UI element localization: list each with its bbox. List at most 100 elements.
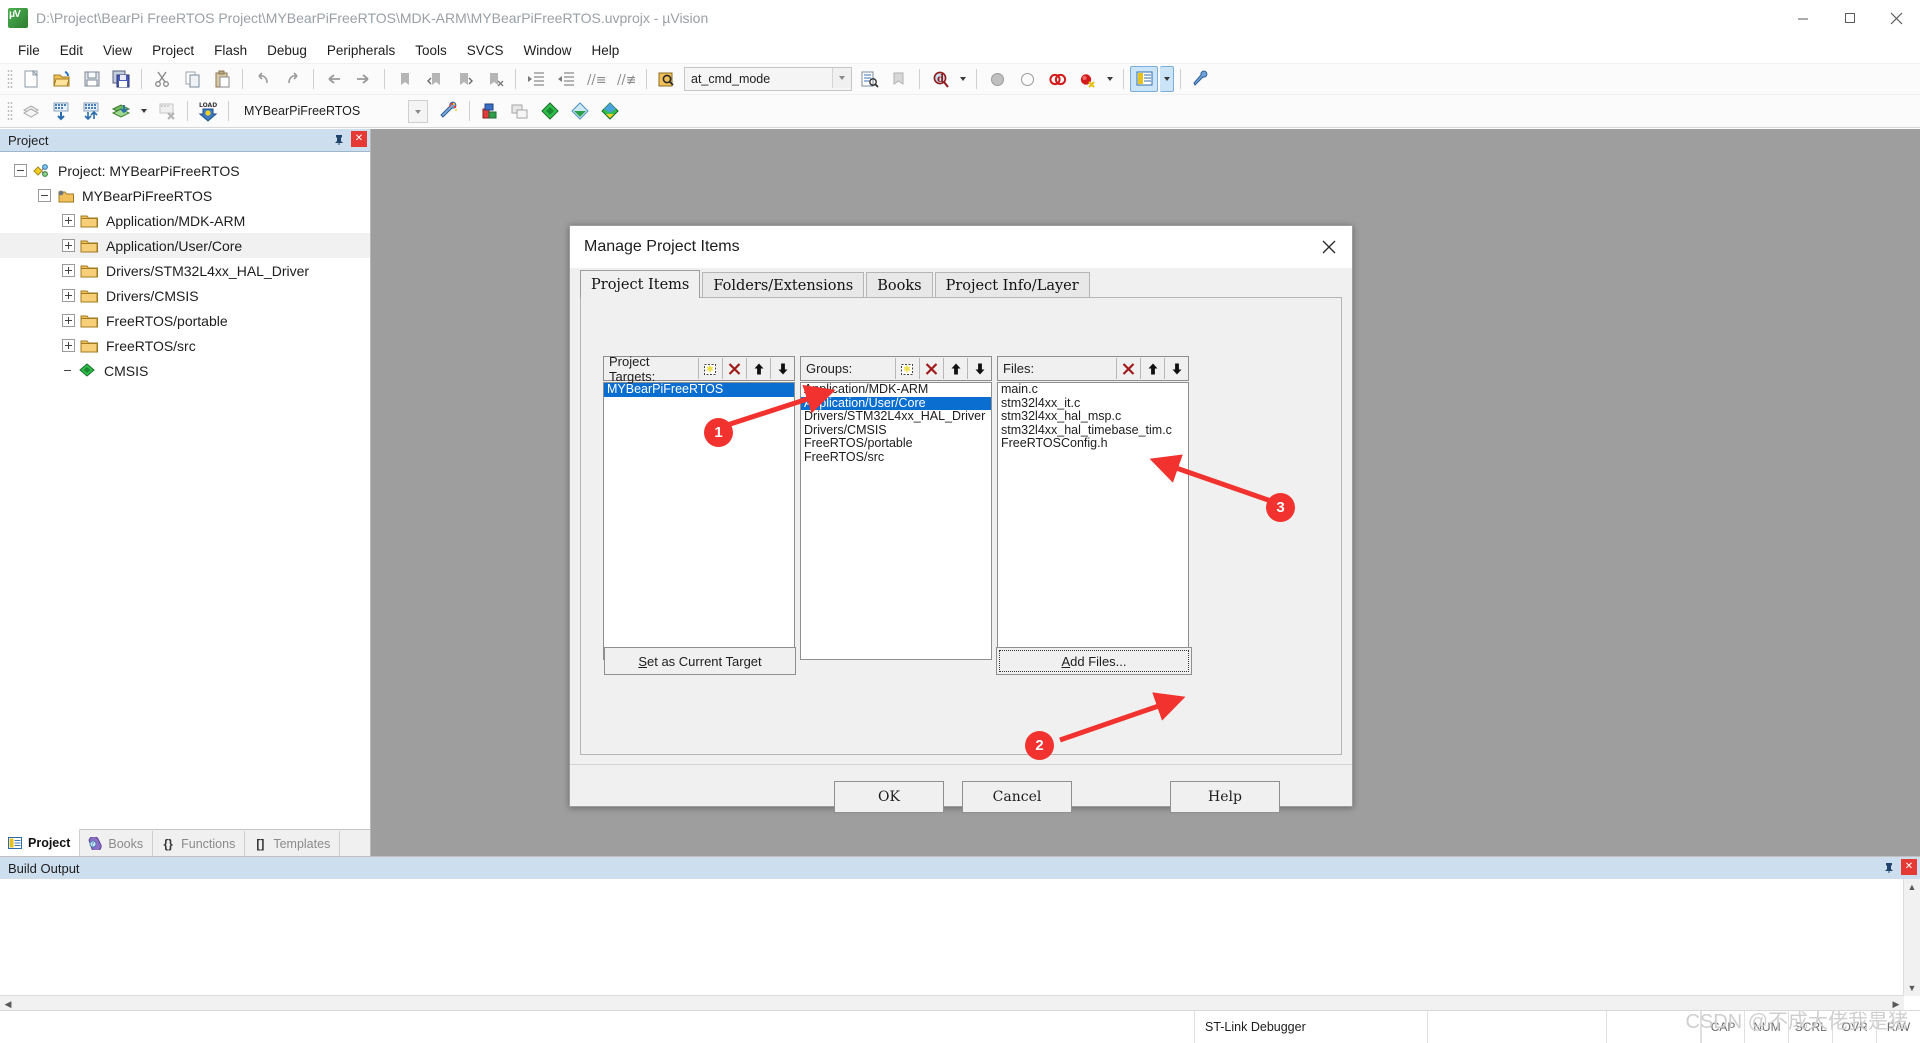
delete-icon[interactable] [1116, 358, 1140, 379]
list-item[interactable]: FreeRTOS/src [801, 450, 991, 465]
pin-icon[interactable] [331, 131, 347, 147]
menu-help[interactable]: Help [582, 40, 630, 61]
list-item[interactable]: Application/MDK-ARM [801, 383, 991, 397]
dialog-close-button[interactable] [1306, 226, 1352, 268]
tree-node-cmsis[interactable]: CMSIS [0, 358, 370, 383]
comment-icon[interactable]: //≡ [582, 66, 610, 92]
project-window-icon[interactable] [1130, 66, 1158, 92]
project-window-dropdown-icon[interactable] [1160, 66, 1174, 92]
new-file-icon[interactable] [17, 66, 45, 92]
tree-node-group-hal-driver[interactable]: Drivers/STM32L4xx_HAL_Driver [0, 258, 370, 283]
undo-icon[interactable] [249, 66, 277, 92]
find-combo[interactable]: at_cmd_mode [684, 67, 852, 91]
menu-project[interactable]: Project [142, 40, 204, 61]
list-item[interactable]: Application/User/Core [801, 396, 991, 410]
move-up-icon[interactable] [1140, 358, 1164, 379]
help-button[interactable]: Help [1170, 781, 1280, 813]
bookmark-toggle-icon[interactable] [391, 66, 419, 92]
list-item[interactable]: stm32l4xx_hal_timebase_tim.c [998, 423, 1188, 438]
list-item[interactable]: stm32l4xx_hal_msp.c [998, 409, 1188, 424]
chevron-down-icon[interactable] [408, 100, 428, 123]
insert-bookmark-icon[interactable] [885, 66, 913, 92]
list-item[interactable]: Drivers/STM32L4xx_HAL_Driver [801, 409, 991, 424]
minimize-button[interactable] [1779, 0, 1826, 36]
tab-project[interactable]: Project [0, 828, 81, 856]
list-item[interactable]: main.c [998, 383, 1188, 397]
menu-window[interactable]: Window [513, 40, 581, 61]
tree-toggle-plus-icon[interactable] [62, 239, 75, 252]
uncomment-icon[interactable]: //≢ [612, 66, 640, 92]
tree-toggle-plus-icon[interactable] [62, 289, 75, 302]
rebuild-icon[interactable] [77, 98, 105, 124]
manage-project-items-icon[interactable] [476, 98, 504, 124]
chevron-down-icon[interactable] [832, 68, 851, 88]
add-files-button[interactable]: Add Files... [996, 647, 1192, 675]
move-down-icon[interactable] [1164, 358, 1188, 379]
stop-debug-icon[interactable] [1013, 66, 1041, 92]
tree-node-group-user-core[interactable]: Application/User/Core [0, 233, 370, 258]
cancel-button[interactable]: Cancel [962, 781, 1072, 813]
tree-node-group-freertos-portable[interactable]: FreeRTOS/portable [0, 308, 370, 333]
tab-folders-extensions[interactable]: Folders/Extensions [702, 272, 865, 298]
translate-icon[interactable] [17, 98, 45, 124]
list-item[interactable]: FreeRTOS/portable [801, 436, 991, 451]
paste-icon[interactable] [208, 66, 236, 92]
insert-breakpoint-icon[interactable] [1043, 66, 1071, 92]
new-item-icon[interactable] [698, 358, 722, 379]
target-options-icon[interactable] [435, 98, 463, 124]
tab-project-items[interactable]: Project Items [580, 270, 701, 298]
cut-icon[interactable] [148, 66, 176, 92]
files-list[interactable]: main.c stm32l4xx_it.c stm32l4xx_hal_msp.… [997, 382, 1189, 660]
tree-node-group-mdk-arm[interactable]: Application/MDK-ARM [0, 208, 370, 233]
new-item-icon[interactable] [895, 358, 919, 379]
search-dropdown-icon[interactable] [956, 66, 970, 92]
list-item[interactable]: Drivers/CMSIS [801, 423, 991, 438]
tree-toggle-minus-icon[interactable] [38, 189, 51, 202]
tree-toggle-plus-icon[interactable] [62, 264, 75, 277]
copy-icon[interactable] [178, 66, 206, 92]
list-item[interactable]: MYBearPiFreeRTOS [604, 383, 794, 397]
bookmark-clear-icon[interactable] [481, 66, 509, 92]
menu-flash[interactable]: Flash [204, 40, 257, 61]
outdent-icon[interactable] [552, 66, 580, 92]
tab-templates[interactable]: [] Templates [245, 831, 341, 856]
delete-icon[interactable] [919, 358, 943, 379]
tab-books[interactable]: Books [866, 272, 933, 298]
move-up-icon[interactable] [943, 358, 967, 379]
build-output-text[interactable] [0, 879, 1920, 1012]
search-icon[interactable]: d [926, 66, 954, 92]
menu-debug[interactable]: Debug [257, 40, 317, 61]
menu-svcs[interactable]: SVCS [457, 40, 514, 61]
tab-books[interactable]: ? Books [80, 831, 154, 856]
back-icon[interactable] [320, 66, 348, 92]
batch-build-dropdown-icon[interactable] [137, 98, 151, 124]
toolbar-grip[interactable] [7, 69, 13, 89]
close-icon[interactable]: ✕ [1901, 859, 1917, 875]
configuration-wizard-icon[interactable] [596, 98, 624, 124]
rtx-icon[interactable] [566, 98, 594, 124]
menu-view[interactable]: View [93, 40, 142, 61]
save-icon[interactable] [77, 66, 105, 92]
tree-toggle-plus-icon[interactable] [62, 339, 75, 352]
save-all-icon[interactable] [107, 66, 135, 92]
menu-peripherals[interactable]: Peripherals [317, 40, 405, 61]
tab-project-info-layer[interactable]: Project Info/Layer [934, 272, 1090, 298]
bookmark-prev-icon[interactable] [421, 66, 449, 92]
maximize-button[interactable] [1826, 0, 1873, 36]
target-combo[interactable]: MYBearPiFreeRTOS [236, 100, 428, 123]
indent-icon[interactable] [522, 66, 550, 92]
stop-build-icon[interactable] [153, 98, 181, 124]
close-icon[interactable]: ✕ [351, 131, 367, 147]
tree-node-target[interactable]: MYBearPiFreeRTOS [0, 183, 370, 208]
list-item[interactable]: stm32l4xx_it.c [998, 396, 1188, 411]
scroll-down-icon[interactable]: ▼ [1904, 980, 1920, 996]
ok-button[interactable]: OK [834, 781, 944, 813]
bookmark-next-icon[interactable] [451, 66, 479, 92]
multi-project-icon[interactable] [506, 98, 534, 124]
build-output-vscrollbar[interactable]: ▲ ▼ [1903, 879, 1920, 996]
pin-icon[interactable] [1881, 859, 1897, 875]
start-debug-icon[interactable] [983, 66, 1011, 92]
close-button[interactable] [1873, 0, 1920, 36]
pack-installer-icon[interactable] [536, 98, 564, 124]
find-next-icon[interactable] [855, 66, 883, 92]
